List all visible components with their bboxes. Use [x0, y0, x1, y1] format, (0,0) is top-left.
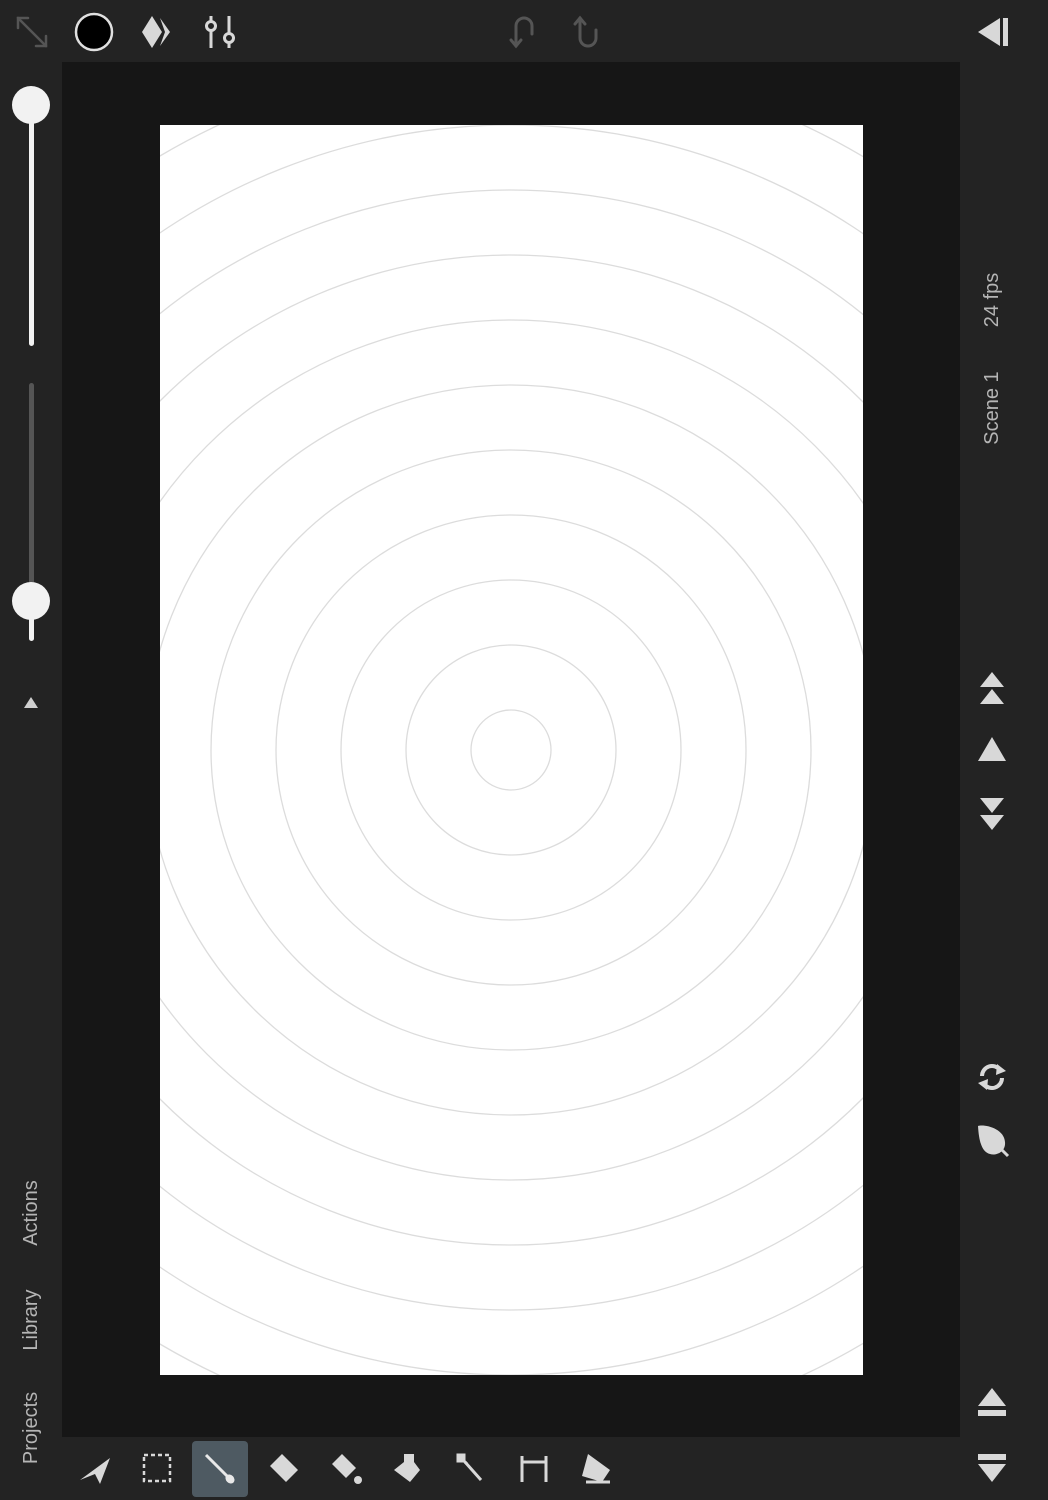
add-frame-down-icon[interactable] — [976, 1452, 1008, 1486]
text-tool-icon[interactable] — [518, 1452, 550, 1486]
color-swatch[interactable] — [74, 12, 114, 52]
onion-ring — [160, 125, 863, 1375]
onion-ring — [275, 514, 747, 986]
onion-ring — [340, 579, 682, 921]
collapse-panel-icon[interactable] — [974, 14, 1010, 50]
onion-ring — [160, 125, 863, 1375]
tab-library[interactable]: Library — [19, 1260, 43, 1380]
expand-arrow-icon[interactable] — [23, 695, 39, 709]
scene-label[interactable]: Scene 1 — [980, 348, 1004, 468]
onion-guide-rings — [160, 125, 863, 1375]
redo-icon[interactable] — [570, 12, 602, 52]
onion-ring — [160, 125, 863, 1375]
brush-size-slider[interactable] — [29, 104, 34, 346]
pen-tool-icon[interactable] — [580, 1452, 614, 1486]
tab-actions[interactable]: Actions — [19, 1153, 43, 1273]
brush-tool-icon[interactable] — [203, 1452, 237, 1486]
fps-label[interactable]: 24 fps — [980, 240, 1004, 360]
first-frame-icon[interactable] — [976, 670, 1008, 706]
onion-skin-icon[interactable] — [974, 1122, 1010, 1158]
expand-icon[interactable] — [14, 14, 50, 50]
previous-frame-icon[interactable] — [976, 734, 1008, 764]
onion-ring — [160, 384, 863, 1116]
move-tool-icon[interactable] — [78, 1452, 112, 1486]
smudge-tool-icon[interactable] — [390, 1452, 424, 1486]
drawing-canvas[interactable] — [160, 125, 863, 1375]
keyframe-icon[interactable] — [140, 14, 176, 50]
eraser-tool-icon[interactable] — [266, 1452, 300, 1486]
loop-icon[interactable] — [976, 1060, 1008, 1094]
sliders-icon[interactable] — [204, 14, 236, 50]
select-tool-icon[interactable] — [141, 1452, 173, 1484]
opacity-knob[interactable] — [12, 582, 50, 620]
onion-ring — [160, 254, 863, 1246]
onion-ring — [405, 644, 617, 856]
undo-icon[interactable] — [508, 12, 540, 52]
onion-ring — [160, 189, 863, 1311]
eyedropper-tool-icon[interactable] — [455, 1452, 487, 1486]
next-frame-icon[interactable] — [976, 796, 1008, 832]
onion-ring — [470, 709, 552, 791]
tab-projects[interactable]: Projects — [19, 1368, 43, 1488]
onion-ring — [160, 319, 863, 1181]
add-frame-up-icon[interactable] — [976, 1386, 1008, 1420]
brush-size-knob[interactable] — [12, 86, 50, 124]
onion-ring — [210, 449, 812, 1051]
fill-tool-icon[interactable] — [328, 1452, 364, 1486]
